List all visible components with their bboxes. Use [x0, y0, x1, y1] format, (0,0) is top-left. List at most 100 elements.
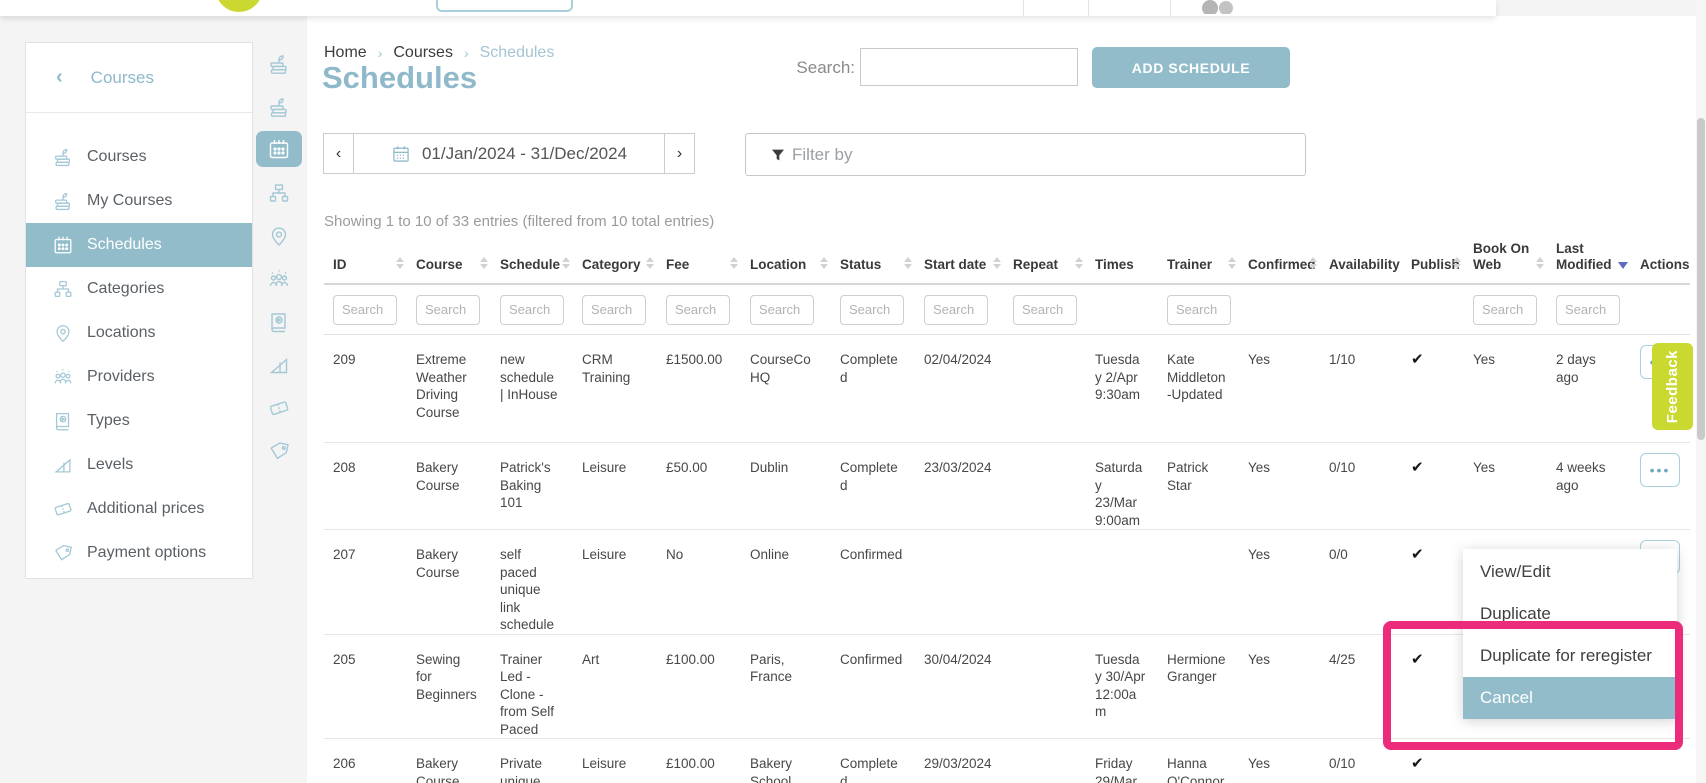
sidebar-item-locations[interactable]: Locations	[26, 311, 252, 355]
search-cell-category	[573, 295, 657, 325]
column-search-input-course[interactable]	[416, 295, 480, 325]
sidebar-item-payment-options[interactable]: Payment options	[26, 531, 252, 575]
strip-item-courses[interactable]	[256, 42, 302, 85]
next-period-button[interactable]: ›	[664, 133, 695, 174]
publish-check-icon: ✔	[1411, 351, 1424, 368]
column-header-start_date[interactable]: Start date	[915, 241, 1004, 283]
cell-course: Bakery Course	[407, 443, 491, 529]
cell-repeat	[1004, 530, 1086, 634]
date-range-value: 01/Jan/2024 - 31/Dec/2024	[422, 144, 627, 164]
date-range-button[interactable]: 01/Jan/2024 - 31/Dec/2024	[354, 133, 664, 174]
cell-location: CourseCo HQ	[741, 335, 831, 442]
scrollbar-thumb[interactable]	[1697, 118, 1705, 440]
strip-item-my-courses[interactable]	[256, 85, 302, 128]
sidebar-item-label: Types	[87, 412, 130, 430]
column-search-input-schedule[interactable]	[500, 295, 564, 325]
prev-period-button[interactable]: ‹	[323, 133, 354, 174]
search-cell-last_modified	[1547, 295, 1631, 325]
column-search-input-start_date[interactable]	[924, 295, 988, 325]
strip-item-levels[interactable]	[256, 343, 302, 386]
column-header-last_modified[interactable]: Last Modified	[1547, 241, 1631, 283]
column-search-input-status[interactable]	[840, 295, 904, 325]
search-cell-book_on_web	[1464, 295, 1547, 325]
column-header-location[interactable]: Location	[741, 241, 831, 283]
org-chart-icon	[267, 181, 291, 205]
column-search-input-category[interactable]	[582, 295, 646, 325]
column-header-confirmed[interactable]: Confirmed	[1239, 241, 1320, 283]
calendar-icon	[391, 144, 411, 164]
sidebar-item-providers[interactable]: Providers	[26, 355, 252, 399]
column-search-input-id[interactable]	[333, 295, 397, 325]
column-header-category[interactable]: Category	[573, 241, 657, 283]
cell-last_modified: 4 weeks ago	[1547, 443, 1631, 529]
row-actions-button[interactable]: •••	[1640, 453, 1680, 487]
column-header-publish[interactable]: Publish	[1402, 241, 1464, 283]
strip-item-schedules[interactable]	[256, 131, 302, 167]
column-search-input-trainer[interactable]	[1167, 295, 1231, 325]
topbar-search-box[interactable]	[436, 0, 573, 12]
column-header-trainer[interactable]: Trainer	[1158, 241, 1239, 283]
cell-repeat	[1004, 739, 1086, 783]
column-search-input-book_on_web[interactable]	[1473, 295, 1537, 325]
menu-item-duplicate[interactable]: Duplicate	[1463, 593, 1677, 635]
cell-publish: ✔	[1402, 335, 1464, 442]
column-label: Actions	[1640, 257, 1690, 273]
cell-repeat	[1004, 635, 1086, 739]
cell-course: Bakery Course	[407, 530, 491, 634]
sidebar-back-button[interactable]: ‹ Courses	[26, 43, 252, 113]
sidebar-item-label: Levels	[87, 456, 133, 474]
scrollbar[interactable]	[1696, 0, 1706, 783]
search-input[interactable]	[860, 48, 1078, 86]
column-header-fee[interactable]: Fee	[657, 241, 741, 283]
strip-item-providers[interactable]	[256, 257, 302, 300]
feedback-tab[interactable]: Feedback	[1652, 343, 1693, 430]
menu-item-duplicate-for-reregister[interactable]: Duplicate for reregister	[1463, 635, 1677, 677]
cell-start_date: 30/04/2024	[915, 635, 1004, 739]
column-header-course[interactable]: Course	[407, 241, 491, 283]
column-search-input-fee[interactable]	[666, 295, 730, 325]
column-header-status[interactable]: Status	[831, 241, 915, 283]
cell-course: Bakery Course	[407, 739, 491, 783]
column-header-repeat[interactable]: Repeat	[1004, 241, 1086, 283]
sidebar-item-label: Categories	[87, 280, 164, 298]
sidebar-item-schedules[interactable]: Schedules	[26, 223, 252, 267]
column-header-schedule[interactable]: Schedule	[491, 241, 573, 283]
column-header-book_on_web[interactable]: Book On Web	[1464, 241, 1547, 283]
add-schedule-button[interactable]: ADD SCHEDULE	[1092, 47, 1290, 88]
sidebar-item-categories[interactable]: Categories	[26, 267, 252, 311]
cell-location: Dublin	[741, 443, 831, 529]
user-icon[interactable]	[1196, 0, 1238, 14]
topbar	[0, 0, 1496, 16]
strip-item-types[interactable]	[256, 300, 302, 343]
column-header-id[interactable]: ID	[324, 241, 407, 283]
cell-location: Online	[741, 530, 831, 634]
search-cell-status	[831, 295, 915, 325]
filter-input[interactable]: Filter by	[745, 133, 1306, 176]
menu-item-cancel[interactable]: Cancel	[1463, 677, 1677, 719]
table-row-208: 208Bakery CoursePatrick's Baking 101Leis…	[324, 443, 1690, 530]
cell-start_date: 02/04/2024	[915, 335, 1004, 442]
sidebar-item-my-courses[interactable]: My Courses	[26, 179, 252, 223]
column-search-input-last_modified[interactable]	[1556, 295, 1620, 325]
sidebar-item-courses[interactable]: Courses	[26, 135, 252, 179]
date-range-picker: ‹ 01/Jan/2024 - 31/Dec/2024 ›	[323, 133, 695, 174]
sidebar-item-types[interactable]: Types	[26, 399, 252, 443]
sort-arrows-icon	[646, 257, 654, 269]
cell-start_date: 29/03/2024	[915, 739, 1004, 783]
column-search-input-location[interactable]	[750, 295, 814, 325]
strip-item-categories[interactable]	[256, 171, 302, 214]
column-label: Book On Web	[1473, 241, 1537, 273]
cell-id: 206	[324, 739, 407, 783]
sidebar-item-levels[interactable]: Levels	[26, 443, 252, 487]
cell-schedule: Private unique link schedule	[491, 739, 573, 783]
cell-status: Completed	[831, 335, 915, 442]
strip-item-additional-prices[interactable]	[256, 386, 302, 429]
cell-confirmed: Yes	[1239, 739, 1320, 783]
column-search-input-repeat[interactable]	[1013, 295, 1077, 325]
column-label: Location	[750, 257, 806, 273]
strip-item-payment-options[interactable]	[256, 429, 302, 472]
menu-item-view-edit[interactable]: View/Edit	[1463, 551, 1677, 593]
cell-start_date	[915, 530, 1004, 634]
sidebar-item-additional-prices[interactable]: Additional prices	[26, 487, 252, 531]
strip-item-locations[interactable]	[256, 214, 302, 257]
